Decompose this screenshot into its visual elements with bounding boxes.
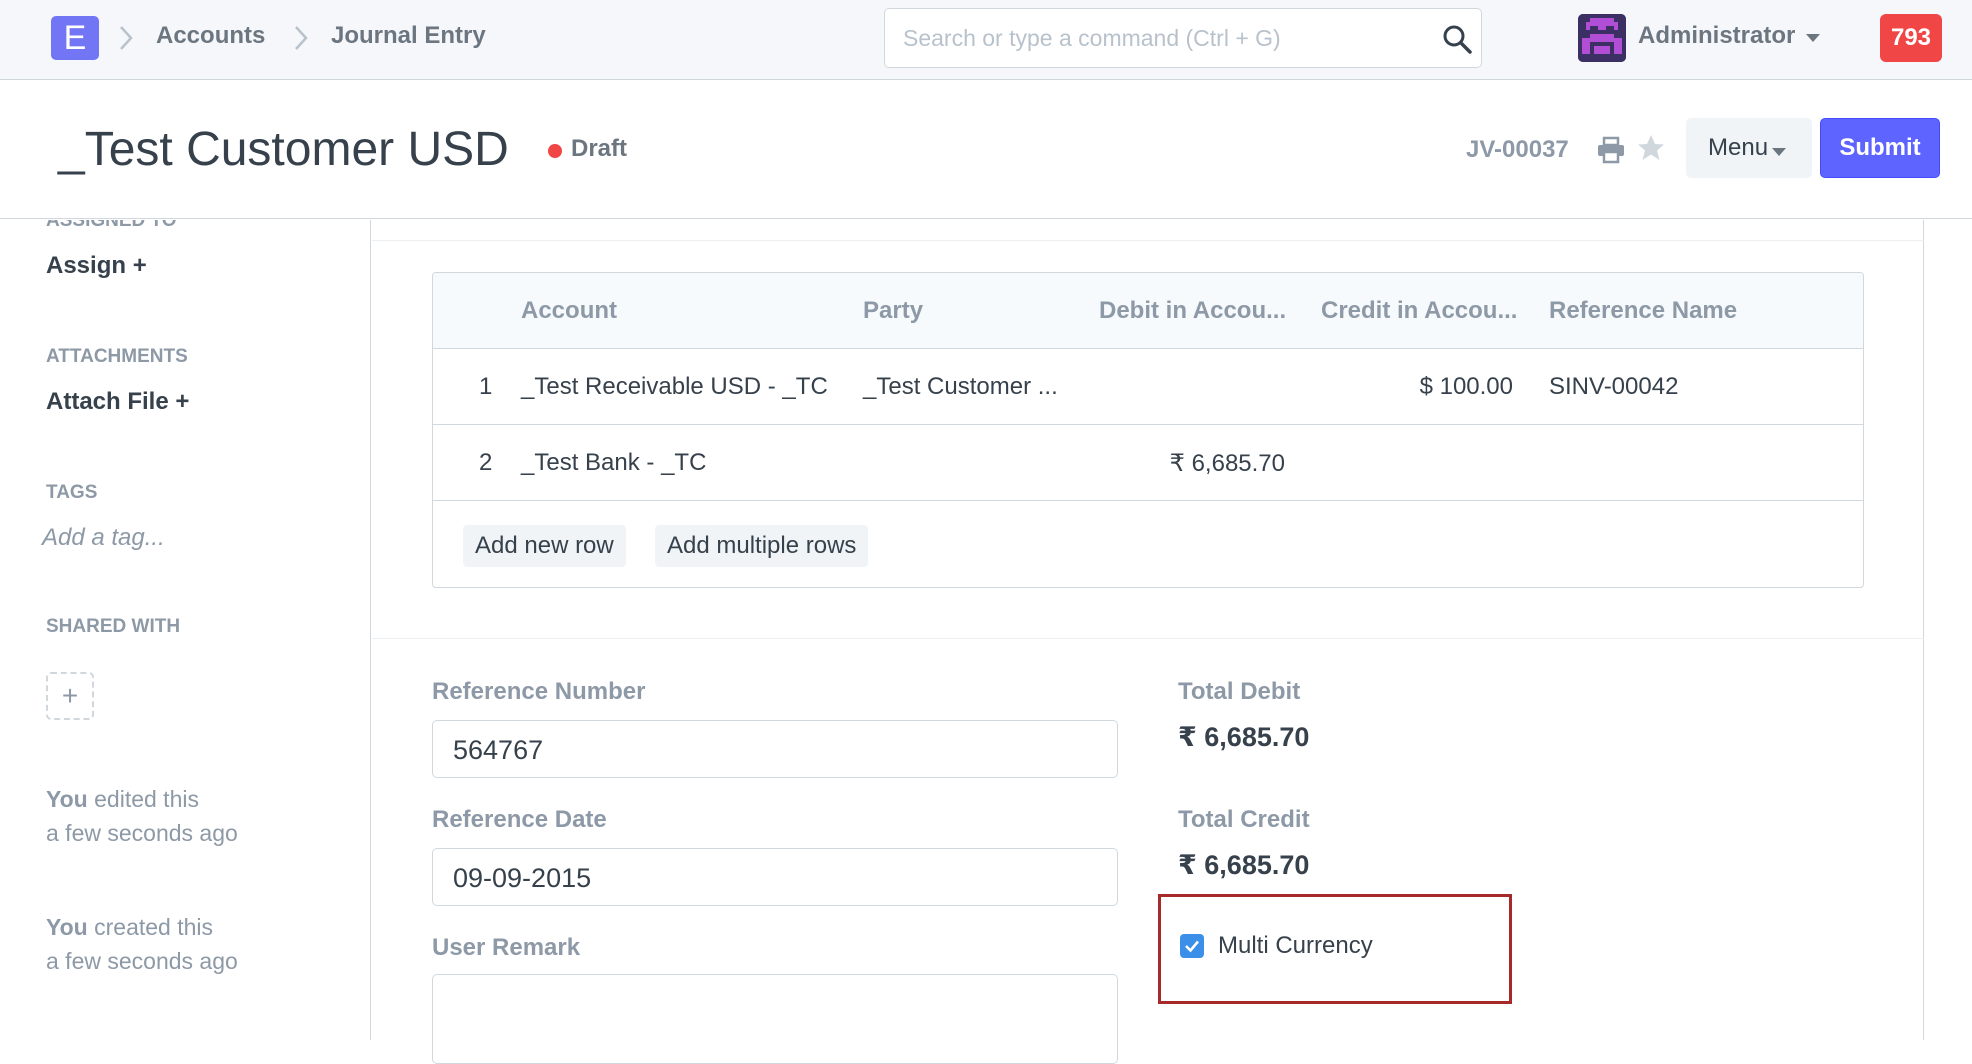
timeline-time: a few seconds ago	[46, 948, 238, 974]
timeline-action: created this	[87, 914, 214, 940]
chevron-down-icon[interactable]	[1806, 34, 1820, 42]
cell-account[interactable]: _Test Bank - _TC	[521, 449, 706, 477]
chevron-down-icon[interactable]	[1772, 148, 1786, 156]
add-tag-input[interactable]: Add a tag...	[42, 524, 165, 552]
table-row[interactable]: 2 _Test Bank - _TC ₹ 6,685.70	[433, 425, 1863, 501]
add-new-row-button[interactable]: Add new row	[463, 525, 626, 567]
avatar[interactable]	[1578, 14, 1626, 62]
accounts-table: Account Party Debit in Accou... Credit i…	[432, 272, 1864, 588]
page-title: _Test Customer USD	[58, 123, 509, 176]
assign-label: Assign	[46, 252, 127, 279]
timeline-user[interactable]: You	[46, 914, 88, 940]
timeline-item: You edited this a few seconds ago	[46, 782, 238, 850]
cell-credit[interactable]: $ 100.00	[1313, 373, 1513, 401]
column-account[interactable]: Account	[521, 297, 617, 325]
total-credit-value: ₹ 6,685.70	[1178, 850, 1310, 880]
section-divider	[372, 240, 1924, 241]
plus-icon: +	[132, 252, 147, 279]
assigned-to-label: ASSIGNED TO	[46, 220, 177, 231]
user-menu-name[interactable]: Administrator	[1638, 22, 1795, 50]
attach-file-button[interactable]: Attach File +	[46, 388, 189, 416]
status-badge: Draft	[571, 135, 628, 162]
search-box[interactable]	[884, 8, 1482, 68]
total-credit-label: Total Credit	[1178, 806, 1310, 833]
table-row[interactable]: 1 _Test Receivable USD - _TC _Test Custo…	[433, 349, 1863, 425]
cell-party[interactable]: _Test Customer ...	[863, 373, 1058, 401]
timeline-user[interactable]: You	[46, 786, 88, 812]
avatar-icon	[1578, 14, 1626, 62]
app-logo[interactable]: E	[51, 16, 99, 60]
chevron-right-icon	[295, 26, 308, 50]
row-index: 1	[479, 373, 493, 400]
cell-debit[interactable]: ₹ 6,685.70	[1093, 449, 1285, 478]
form-main: Account Party Debit in Accou... Credit i…	[372, 220, 1924, 1064]
menu-button-label: Menu	[1708, 134, 1769, 161]
assign-button[interactable]: Assign +	[46, 252, 147, 280]
section-divider	[372, 638, 1924, 639]
column-party[interactable]: Party	[863, 297, 923, 325]
total-debit-value: ₹ 6,685.70	[1178, 722, 1310, 752]
multi-currency-label[interactable]: Multi Currency	[1218, 932, 1373, 960]
search-input[interactable]	[903, 21, 1423, 55]
tags-label: TAGS	[46, 482, 98, 503]
plus-icon: +	[61, 680, 79, 711]
plus-icon: +	[175, 388, 190, 415]
column-debit[interactable]: Debit in Accou...	[1099, 297, 1286, 325]
reference-date-input[interactable]	[453, 861, 1093, 895]
column-reference-name[interactable]: Reference Name	[1549, 297, 1737, 325]
checkmark-icon	[1185, 940, 1199, 953]
add-share-button[interactable]: +	[46, 672, 94, 720]
breadcrumb-journal-entry[interactable]: Journal Entry	[331, 22, 486, 50]
print-icon[interactable]	[1596, 136, 1626, 164]
add-multiple-rows-button[interactable]: Add multiple rows	[655, 525, 869, 567]
menu-button[interactable]: Menu	[1686, 118, 1812, 178]
reference-number-label: Reference Number	[432, 678, 646, 705]
submit-button[interactable]: Submit	[1820, 118, 1940, 178]
row-index: 2	[479, 449, 493, 476]
table-header: Account Party Debit in Accou... Credit i…	[433, 273, 1863, 349]
status-indicator-icon	[548, 144, 562, 158]
page-header: _Test Customer USD Draft JV-00037 Menu S…	[0, 80, 1972, 219]
user-remark-field[interactable]	[432, 974, 1118, 1064]
reference-number-field[interactable]	[432, 720, 1118, 778]
notification-badge[interactable]: 793	[1880, 14, 1942, 62]
column-credit[interactable]: Credit in Accou...	[1321, 297, 1517, 325]
document-name: JV-00037	[1466, 136, 1569, 163]
navbar: E Accounts Journal Entry Administrator 7…	[0, 0, 1972, 80]
timeline-action: edited this	[87, 786, 199, 812]
chevron-right-icon	[120, 26, 133, 50]
user-remark-label: User Remark	[432, 934, 581, 961]
cell-account[interactable]: _Test Receivable USD - _TC	[521, 373, 828, 401]
form-sidebar: ASSIGNED TO Assign + ATTACHMENTS Attach …	[0, 220, 371, 1040]
cell-reference-name[interactable]: SINV-00042	[1549, 373, 1678, 401]
breadcrumb-accounts[interactable]: Accounts	[156, 22, 265, 50]
total-debit-label: Total Debit	[1178, 678, 1301, 705]
reference-number-input[interactable]	[453, 733, 1093, 767]
reference-date-label: Reference Date	[432, 806, 607, 833]
attach-file-label: Attach File	[46, 388, 169, 415]
reference-date-field[interactable]	[432, 848, 1118, 906]
attachments-label: ATTACHMENTS	[46, 346, 188, 367]
multi-currency-checkbox[interactable]	[1180, 934, 1204, 958]
search-icon[interactable]	[1441, 23, 1473, 55]
timeline-time: a few seconds ago	[46, 820, 238, 846]
shared-with-label: SHARED WITH	[46, 616, 181, 637]
star-icon[interactable]	[1636, 133, 1666, 163]
timeline-item: You created this a few seconds ago	[46, 910, 238, 978]
